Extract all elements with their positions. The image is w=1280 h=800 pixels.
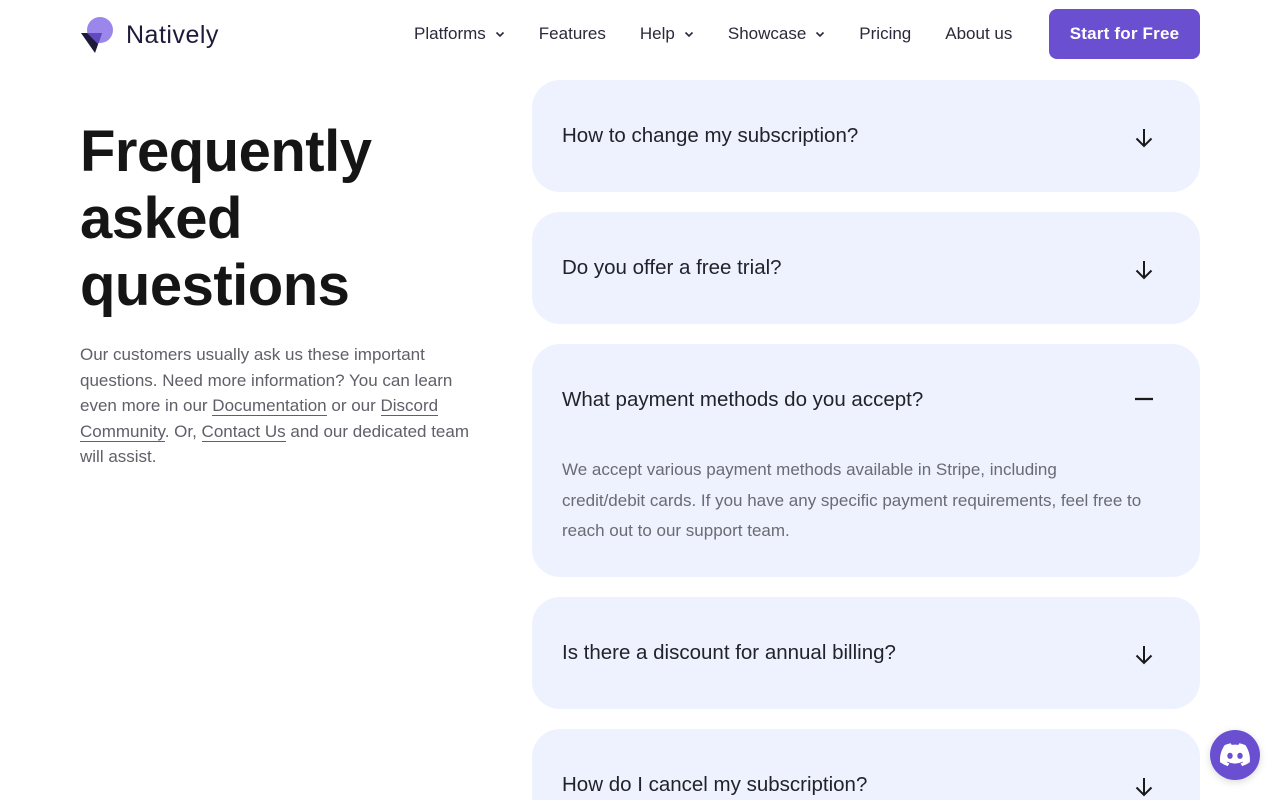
- nav-showcase[interactable]: Showcase: [728, 24, 825, 44]
- site-header: Natively Platforms Features Help Showcas…: [0, 0, 1280, 70]
- chevron-down-icon: [495, 31, 504, 38]
- faq-question: Do you offer a free trial?: [562, 256, 782, 279]
- faq-item[interactable]: Do you offer a free trial?: [532, 212, 1200, 324]
- faq-intro: Our customers usually ask us these impor…: [80, 342, 480, 470]
- discord-chat-button[interactable]: [1210, 730, 1260, 780]
- nav-platforms[interactable]: Platforms: [414, 24, 505, 44]
- documentation-link[interactable]: Documentation: [212, 396, 327, 416]
- faq-question: What payment methods do you accept?: [562, 388, 924, 411]
- chevron-down-icon: [816, 31, 825, 38]
- natively-logo-icon: [81, 17, 113, 53]
- contact-us-link[interactable]: Contact Us: [201, 421, 286, 442]
- arrow-down-icon: [1135, 261, 1153, 280]
- arrow-down-icon: [1135, 646, 1153, 665]
- arrow-down-icon: [1135, 778, 1153, 797]
- brand-name: Natively: [126, 20, 219, 49]
- nav-pricing-label: Pricing: [859, 24, 912, 43]
- nav-help-label: Help: [639, 24, 675, 43]
- faq-heading-line-2: asked: [80, 186, 242, 251]
- faq-item[interactable]: Is there a discount for annual billing?: [532, 597, 1200, 709]
- faq-question: How to change my subscription?: [562, 124, 859, 147]
- nav-features-label: Features: [538, 24, 606, 43]
- faq-heading-line-3: questions: [80, 253, 350, 318]
- discord-icon: [1220, 743, 1250, 767]
- faq-question: How do I cancel my subscription?: [562, 773, 868, 796]
- nav-help[interactable]: Help: [640, 24, 694, 44]
- nav-about-label: About us: [945, 24, 1013, 43]
- faq-heading: Frequently asked questions: [80, 118, 480, 319]
- chevron-down-icon: [684, 31, 693, 38]
- nav-showcase-label: Showcase: [727, 24, 807, 43]
- minus-icon: [1135, 397, 1153, 401]
- faq-item[interactable]: How to change my subscription?: [532, 80, 1200, 192]
- faq-item-expanded[interactable]: What payment methods do you accept? We a…: [532, 344, 1200, 577]
- main-nav: Platforms Features Help Showcase Pricing…: [414, 0, 1046, 68]
- brand-logo[interactable]: Natively: [80, 16, 219, 54]
- nav-pricing[interactable]: Pricing: [859, 24, 911, 44]
- faq-item[interactable]: How do I cancel my subscription?: [532, 729, 1200, 800]
- nav-platforms-label: Platforms: [414, 24, 486, 43]
- faq-question: Is there a discount for annual billing?: [562, 641, 896, 664]
- faq-heading-line-1: Frequently: [80, 119, 372, 184]
- intro-text-3: . Or,: [164, 421, 202, 441]
- start-for-free-button[interactable]: Start for Free: [1049, 9, 1200, 59]
- arrow-down-icon: [1135, 129, 1153, 148]
- faq-answer: We accept various payment methods availa…: [562, 460, 1142, 540]
- intro-text-2: or our: [326, 396, 381, 415]
- nav-features[interactable]: Features: [539, 24, 606, 44]
- nav-about-us[interactable]: About us: [945, 24, 1012, 44]
